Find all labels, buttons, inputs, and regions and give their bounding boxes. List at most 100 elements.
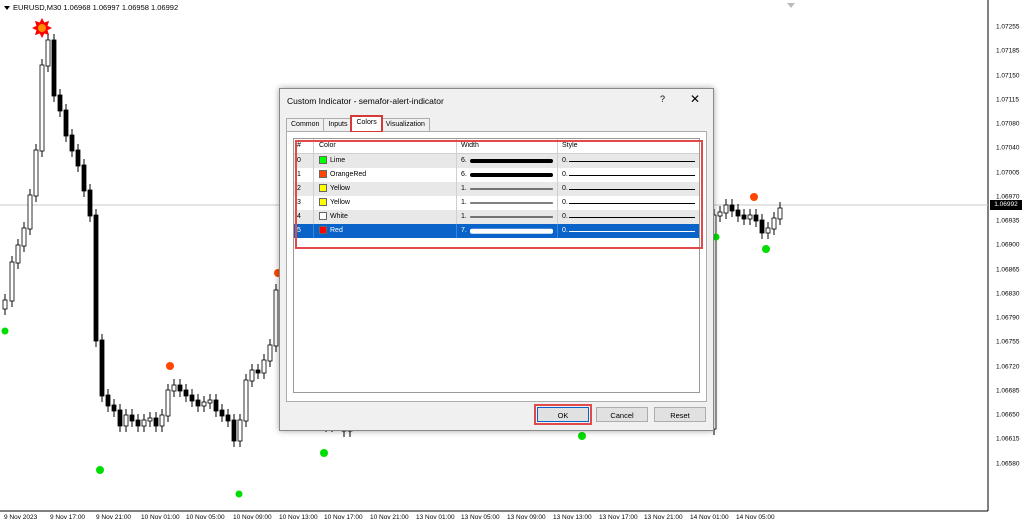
column-header-style[interactable]: Style: [559, 139, 699, 153]
candle-body: [771, 217, 777, 230]
price-axis-label: 1.07115: [996, 96, 1020, 104]
candle-body: [2, 299, 8, 310]
candle-body: [753, 214, 759, 222]
candle-body: [111, 404, 117, 412]
color-row[interactable]: 0 Lime 6. 0.: [294, 154, 699, 168]
candle-body: [135, 419, 141, 427]
color-cell[interactable]: Yellow: [315, 182, 457, 196]
price-axis-label: 1.06830: [996, 290, 1020, 298]
candle-body: [33, 149, 39, 197]
color-cell[interactable]: OrangeRed: [315, 168, 457, 182]
candle-body: [723, 204, 729, 214]
style-value: 0.: [562, 199, 568, 206]
help-button[interactable]: ?: [660, 94, 665, 104]
style-cell[interactable]: 0.: [559, 210, 699, 224]
color-row[interactable]: 5 Red 7. 0.: [294, 224, 699, 238]
price-axis-label: 1.07255: [996, 23, 1020, 31]
candle-body: [231, 419, 237, 442]
candle-body: [105, 394, 111, 407]
width-cell[interactable]: 1.: [458, 182, 558, 196]
scroll-marker-icon[interactable]: [787, 3, 795, 8]
candle-body: [189, 394, 195, 402]
width-cell[interactable]: 7.: [458, 224, 558, 238]
tab-inputs[interactable]: Inputs: [323, 118, 353, 131]
style-line: [569, 217, 695, 218]
color-swatch[interactable]: [319, 198, 327, 207]
width-line: [470, 173, 553, 177]
color-name: Yellow: [330, 199, 350, 206]
style-cell[interactable]: 0.: [559, 196, 699, 210]
price-axis-label: 1.06720: [996, 363, 1020, 370]
color-swatch[interactable]: [319, 170, 327, 179]
style-cell[interactable]: 0.: [559, 154, 699, 168]
price-axis-label: 1.06650: [996, 411, 1020, 419]
style-cell[interactable]: 0.: [559, 168, 699, 182]
width-cell[interactable]: 6.: [458, 154, 558, 168]
color-row[interactable]: 3 Yellow 1. 0.: [294, 196, 699, 210]
candle-body: [9, 261, 15, 302]
candle-body: [123, 414, 129, 427]
tab-common[interactable]: Common: [286, 118, 325, 131]
style-line: [569, 231, 695, 232]
time-axis-label: 10 Nov 21:00: [370, 514, 409, 521]
color-name: Red: [330, 227, 343, 234]
column-header-color[interactable]: Color: [315, 139, 457, 153]
time-axis-label: 13 Nov 05:00: [461, 514, 500, 521]
time-axis-label: 13 Nov 13:00: [553, 514, 592, 521]
signal-dot: [96, 466, 104, 474]
candle-body: [129, 414, 135, 422]
tab-visualization[interactable]: Visualization: [380, 118, 430, 131]
style-cell[interactable]: 0.: [559, 224, 699, 238]
color-swatch[interactable]: [319, 212, 327, 221]
dropdown-arrow-icon[interactable]: [4, 6, 10, 11]
candle-body: [63, 109, 69, 137]
style-value: 0.: [562, 227, 568, 234]
candle-body: [243, 379, 249, 422]
color-cell[interactable]: Yellow: [315, 196, 457, 210]
candle-body: [717, 211, 723, 217]
column-header-index[interactable]: #: [294, 139, 314, 153]
candle-body: [747, 214, 753, 220]
candle-body: [777, 207, 783, 220]
color-cell[interactable]: Red: [315, 224, 457, 238]
current-price-label: 1.06992: [990, 200, 1022, 210]
candle-body: [249, 369, 255, 382]
custom-indicator-dialog: Custom Indicator - semafor-alert-indicat…: [279, 88, 714, 431]
price-axis-label: 1.07185: [996, 47, 1020, 55]
candle-body: [153, 417, 159, 427]
color-swatch[interactable]: [319, 226, 327, 235]
width-cell[interactable]: 1.: [458, 210, 558, 224]
color-swatch[interactable]: [319, 156, 327, 165]
reset-button[interactable]: Reset: [654, 407, 706, 422]
row-index: 0: [294, 154, 314, 168]
ok-button[interactable]: OK: [534, 404, 592, 425]
color-cell[interactable]: Lime: [315, 154, 457, 168]
candle-body: [177, 384, 183, 392]
color-row[interactable]: 4 White 1. 0.: [294, 210, 699, 224]
signal-dot: [750, 193, 758, 201]
color-row[interactable]: 1 OrangeRed 6. 0.: [294, 168, 699, 182]
width-cell[interactable]: 6.: [458, 168, 558, 182]
width-cell[interactable]: 1.: [458, 196, 558, 210]
signal-dot: [1, 327, 9, 335]
close-button[interactable]: ✕: [688, 92, 702, 106]
signal-dot: [578, 432, 586, 440]
tab-colors[interactable]: Colors: [350, 115, 383, 132]
time-axis-label: 9 Nov 21:00: [96, 514, 132, 521]
column-header-width[interactable]: Width: [458, 139, 558, 153]
color-row[interactable]: 2 Yellow 1. 0.: [294, 182, 699, 196]
candle-body: [39, 64, 45, 152]
color-cell[interactable]: White: [315, 210, 457, 224]
time-axis-label: 10 Nov 13:00: [279, 514, 318, 521]
color-name: White: [330, 213, 348, 220]
style-cell[interactable]: 0.: [559, 182, 699, 196]
cancel-button[interactable]: Cancel: [596, 407, 648, 422]
color-swatch[interactable]: [319, 184, 327, 193]
width-value: 1.: [461, 213, 467, 220]
candle-body: [219, 409, 225, 417]
price-axis-label: 1.06580: [996, 460, 1020, 467]
style-value: 0.: [562, 171, 568, 178]
price-axis-label: 1.06935: [996, 217, 1020, 225]
candle-body: [159, 414, 165, 427]
symbol-title[interactable]: EURUSD,M30 1.06968 1.06997 1.06958 1.069…: [4, 3, 178, 12]
